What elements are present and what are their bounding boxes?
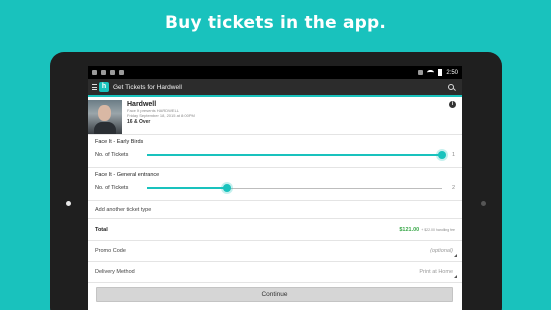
- delivery-method-label: Delivery Method: [95, 269, 135, 275]
- download-icon: [119, 70, 124, 75]
- tablet-camera: [66, 201, 71, 206]
- event-date: Friday September 18, 2015 at 8:00PM: [127, 113, 195, 118]
- artist-header: Hardwell Face It presents HARDWELL Frida…: [88, 97, 462, 135]
- android-icon: [110, 70, 115, 75]
- total-row: Total $121.00 + $22.00 handling fee: [88, 219, 462, 241]
- battery-icon: [438, 69, 443, 76]
- tablet-sensor: [481, 201, 486, 206]
- dropdown-indicator-icon: [454, 254, 457, 257]
- app-logo[interactable]: h: [99, 82, 109, 92]
- app-bar: h Get Tickets for Hardwell: [88, 79, 462, 97]
- delivery-method-select[interactable]: Print at Home: [419, 269, 453, 275]
- delivery-method-field[interactable]: Delivery Method Print at Home: [88, 262, 462, 283]
- add-ticket-type-button[interactable]: Add another ticket type: [88, 201, 462, 219]
- promo-code-label: Promo Code: [95, 248, 126, 254]
- ticket-count-label: No. of Tickets: [95, 152, 129, 158]
- artist-name: Hardwell: [127, 101, 157, 108]
- continue-button[interactable]: Continue: [96, 287, 453, 302]
- ticket-count-label: No. of Tickets: [95, 185, 129, 191]
- artist-photo: [88, 100, 122, 134]
- ticket-type-general: Face It - General entrance No. of Ticket…: [88, 168, 462, 201]
- ticket-slider[interactable]: [147, 184, 442, 192]
- app-bar-title: Get Tickets for Hardwell: [113, 83, 182, 91]
- ticket-type-name: Face It - General entrance: [95, 172, 160, 178]
- age-restriction: 16 & Over: [127, 119, 151, 125]
- slider-thumb[interactable]: [222, 184, 231, 192]
- ticket-count-value: 2: [451, 185, 455, 191]
- menu-icon[interactable]: [92, 84, 97, 90]
- dropdown-indicator-icon: [454, 275, 457, 278]
- total-amount: $121.00: [399, 226, 420, 233]
- photo-icon: [101, 70, 106, 75]
- ticket-type-name: Face It - Early Birds: [95, 139, 144, 145]
- vibrate-icon: [418, 70, 424, 75]
- status-time: 2:50: [446, 69, 458, 76]
- slider-fill: [147, 187, 227, 189]
- ticket-slider[interactable]: [147, 151, 446, 159]
- handling-fee: + $22.00 handling fee: [421, 227, 455, 232]
- promo-code-field[interactable]: Promo Code (optional): [88, 241, 462, 262]
- slider-fill: [147, 154, 442, 156]
- app-screen: 2:50 h Get Tickets for Hardwell Hardwell…: [88, 66, 462, 310]
- notification-icon: [92, 70, 97, 75]
- info-icon[interactable]: i: [449, 101, 456, 108]
- wifi-icon: [427, 70, 435, 75]
- headline: Buy tickets in the app.: [164, 13, 387, 33]
- promo-code-input[interactable]: (optional): [430, 248, 453, 254]
- search-icon[interactable]: [448, 84, 454, 90]
- slider-thumb[interactable]: [438, 151, 446, 159]
- ticket-type-early-birds: Face It - Early Birds No. of Tickets 1: [88, 135, 462, 168]
- status-bar: 2:50: [88, 66, 462, 79]
- total-label: Total: [95, 226, 108, 233]
